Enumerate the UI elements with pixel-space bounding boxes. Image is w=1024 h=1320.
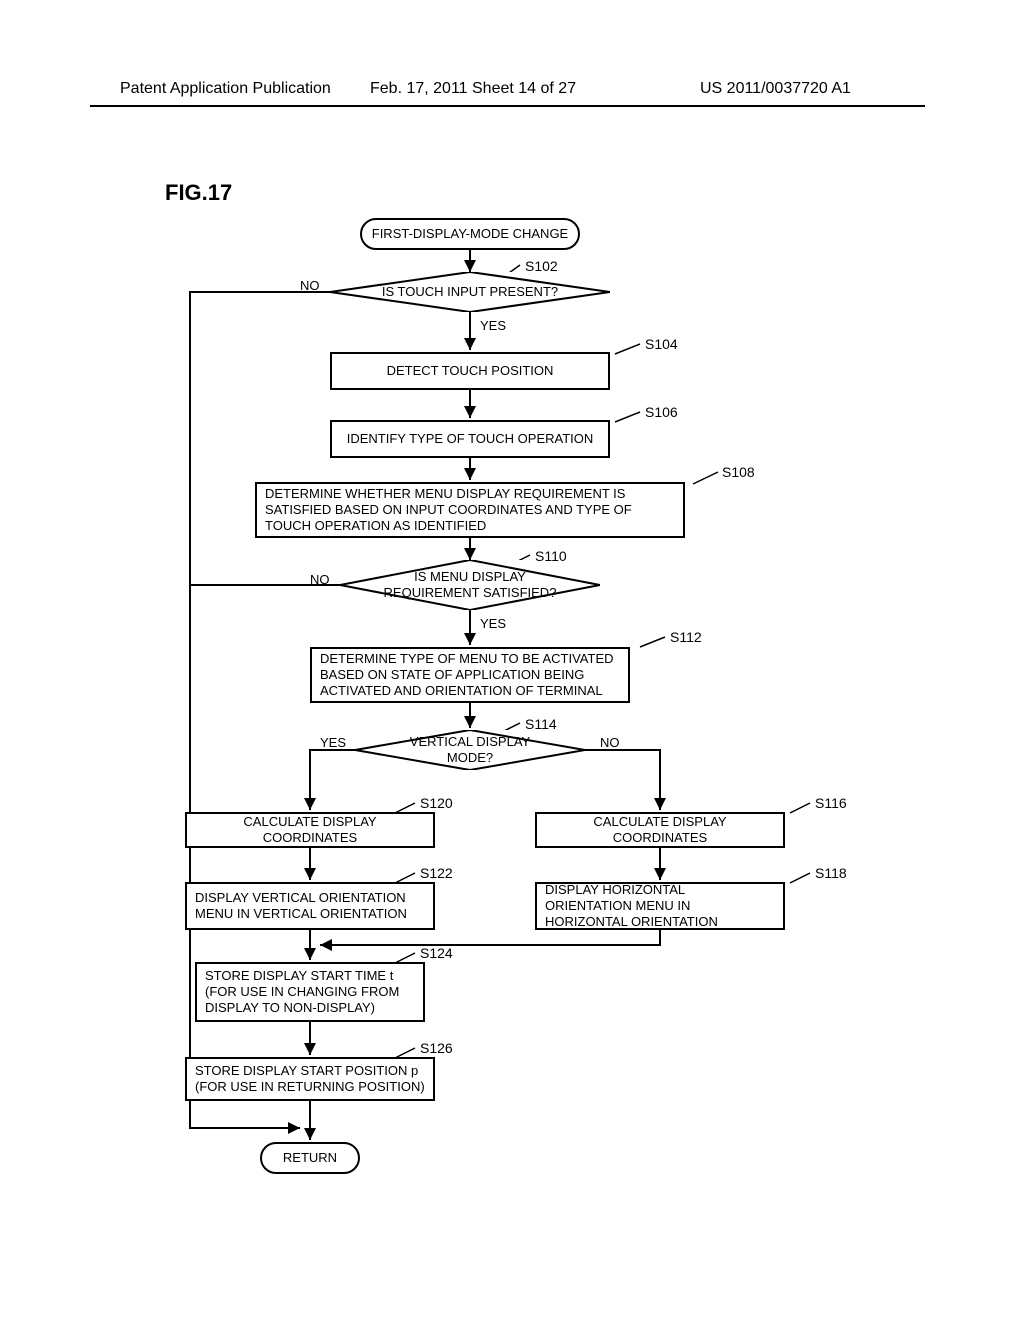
header-rule (90, 105, 925, 107)
flow-return: RETURN (260, 1142, 360, 1174)
process-s106: IDENTIFY TYPE OF TOUCH OPERATION (330, 420, 610, 458)
step-label-s116: S116 (815, 795, 847, 811)
header-mid: Feb. 17, 2011 Sheet 14 of 27 (370, 80, 576, 98)
step-label-s108: S108 (722, 464, 755, 480)
process-s108-text: DETERMINE WHETHER MENU DISPLAY REQUIREME… (265, 486, 675, 535)
step-label-s120: S120 (420, 795, 453, 811)
process-s122-text: DISPLAY VERTICAL ORIENTATION MENU IN VER… (195, 890, 425, 923)
process-s118: DISPLAY HORIZONTAL ORIENTATION MENU IN H… (535, 882, 785, 930)
process-s122: DISPLAY VERTICAL ORIENTATION MENU IN VER… (185, 882, 435, 930)
decision-s102: IS TOUCH INPUT PRESENT? (330, 272, 610, 312)
process-s126-text: STORE DISPLAY START POSITION p (FOR USE … (195, 1063, 425, 1096)
process-s118-text: DISPLAY HORIZONTAL ORIENTATION MENU IN H… (545, 882, 775, 931)
flow-start: FIRST-DISPLAY-MODE CHANGE (360, 218, 580, 250)
process-s120: CALCULATE DISPLAY COORDINATES (185, 812, 435, 848)
process-s106-text: IDENTIFY TYPE OF TOUCH OPERATION (347, 431, 594, 447)
edge-no-s114: NO (600, 735, 620, 750)
process-s116: CALCULATE DISPLAY COORDINATES (535, 812, 785, 848)
flow-start-text: FIRST-DISPLAY-MODE CHANGE (372, 226, 568, 242)
decision-s114-text: VERTICAL DISPLAY MODE? (355, 734, 585, 765)
edge-no-s110: NO (310, 572, 330, 587)
process-s112: DETERMINE TYPE OF MENU TO BE ACTIVATED B… (310, 647, 630, 703)
process-s126: STORE DISPLAY START POSITION p (FOR USE … (185, 1057, 435, 1101)
process-s108: DETERMINE WHETHER MENU DISPLAY REQUIREME… (255, 482, 685, 538)
step-label-s110: S110 (535, 548, 567, 564)
edge-yes-s114: YES (320, 735, 346, 750)
decision-s114: VERTICAL DISPLAY MODE? (355, 730, 585, 770)
page: Patent Application Publication Feb. 17, … (0, 0, 1024, 1320)
decision-s102-text: IS TOUCH INPUT PRESENT? (352, 284, 588, 300)
edge-yes-s102: YES (480, 318, 506, 333)
decision-s110: IS MENU DISPLAY REQUIREMENT SATISFIED? (340, 560, 600, 610)
edge-yes-s110: YES (480, 616, 506, 631)
step-label-s118: S118 (815, 865, 847, 881)
process-s112-text: DETERMINE TYPE OF MENU TO BE ACTIVATED B… (320, 651, 620, 700)
flow-return-text: RETURN (283, 1150, 337, 1166)
header-right: US 2011/0037720 A1 (700, 80, 851, 98)
step-label-s106: S106 (645, 404, 678, 420)
step-label-s104: S104 (645, 336, 678, 352)
step-label-s126: S126 (420, 1040, 453, 1056)
step-label-s114: S114 (525, 716, 557, 732)
process-s124: STORE DISPLAY START TIME t (FOR USE IN C… (195, 962, 425, 1022)
process-s104-text: DETECT TOUCH POSITION (387, 363, 554, 379)
step-label-s122: S122 (420, 865, 453, 881)
step-label-s102: S102 (525, 258, 558, 274)
step-label-s112: S112 (670, 629, 702, 645)
decision-s110-text: IS MENU DISPLAY REQUIREMENT SATISFIED? (354, 569, 587, 600)
step-label-s124: S124 (420, 945, 453, 961)
process-s124-text: STORE DISPLAY START TIME t (FOR USE IN C… (205, 968, 415, 1017)
process-s120-text: CALCULATE DISPLAY COORDINATES (195, 814, 425, 847)
header-left: Patent Application Publication (120, 80, 331, 98)
process-s104: DETECT TOUCH POSITION (330, 352, 610, 390)
edge-no-s102: NO (300, 278, 320, 293)
figure-label: FIG.17 (165, 180, 232, 206)
process-s116-text: CALCULATE DISPLAY COORDINATES (545, 814, 775, 847)
